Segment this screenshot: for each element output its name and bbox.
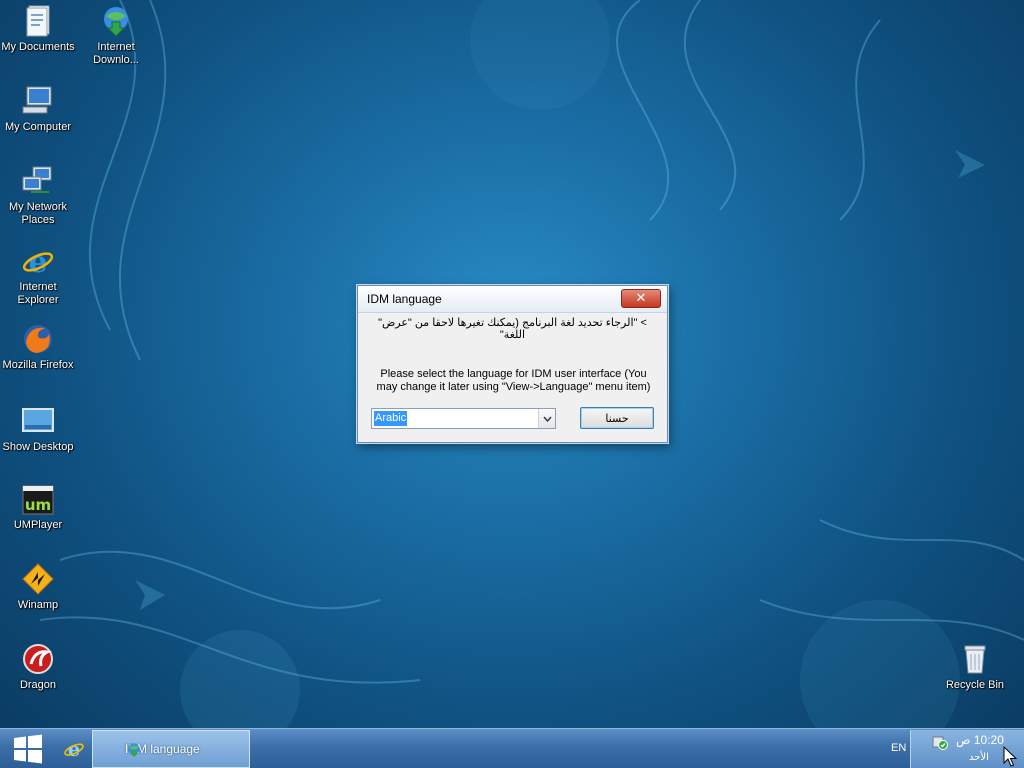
language-select[interactable]: Arabic xyxy=(371,408,556,429)
dialog-title: IDM language xyxy=(367,292,442,306)
windows-logo-icon xyxy=(14,734,42,764)
network-places-icon xyxy=(21,164,55,198)
svg-text:um: um xyxy=(25,496,51,514)
internet-download-manager-icon xyxy=(128,743,140,758)
security-shield-icon[interactable] xyxy=(932,734,948,750)
language-select-value: Arabic xyxy=(374,411,408,426)
desktop-icon-show-desktop[interactable]: Show Desktop xyxy=(0,404,76,454)
mouse-cursor-icon xyxy=(1003,746,1017,767)
desktop-icon-label: Dragon xyxy=(19,679,57,691)
ok-button[interactable]: حسنا xyxy=(580,407,654,429)
dialog-titlebar[interactable]: IDM language ✕ xyxy=(358,286,667,313)
dragon-icon xyxy=(21,642,55,676)
clock-day[interactable]: الأحد xyxy=(969,752,989,763)
taskbar: e IDM language EN 10:20 ص الأحد xyxy=(0,728,1024,768)
desktop-icon-label: Internet Explorer xyxy=(17,281,59,306)
desktop-icon-label: My Network Places xyxy=(8,201,68,226)
taskbar-button-idm-language[interactable]: IDM language xyxy=(92,730,250,768)
desktop-icon-label: My Computer xyxy=(4,121,72,133)
desktop-icon-firefox[interactable]: Mozilla Firefox xyxy=(0,322,76,372)
desktop-icon-winamp[interactable]: Winamp xyxy=(0,562,76,612)
close-button[interactable]: ✕ xyxy=(621,289,661,308)
clock-time[interactable]: 10:20 ص xyxy=(956,733,1004,747)
desktop-icon-internet-explorer[interactable]: e Internet Explorer xyxy=(0,244,76,307)
internet-explorer-icon: e xyxy=(64,738,84,760)
language-indicator[interactable]: EN xyxy=(891,742,906,754)
umplayer-icon: um xyxy=(21,482,55,516)
desktop-icon-label: Mozilla Firefox xyxy=(2,359,74,371)
desktop-icon-label: Winamp xyxy=(17,599,59,611)
close-icon: ✕ xyxy=(635,291,647,306)
desktop-icon-label: UMPlayer xyxy=(13,519,63,531)
svg-text:e: e xyxy=(28,245,47,278)
desktop-icon-recycle-bin[interactable]: Recycle Bin xyxy=(937,642,1013,692)
idm-language-dialog: IDM language ✕ > "الرجاء تحديد لغة البرن… xyxy=(357,285,668,443)
taskbar-internet-explorer[interactable]: e xyxy=(60,735,88,763)
start-button[interactable] xyxy=(6,732,50,766)
winamp-icon xyxy=(21,562,55,596)
firefox-icon xyxy=(21,322,55,356)
desktop-icon-label: Recycle Bin xyxy=(945,679,1005,691)
show-desktop-icon xyxy=(21,404,55,438)
my-computer-icon xyxy=(21,84,55,118)
desktop-icon-network-places[interactable]: My Network Places xyxy=(0,164,76,227)
desktop-icon-label: Show Desktop xyxy=(2,441,74,453)
desktop-icon-my-documents[interactable]: My Documents xyxy=(0,4,76,54)
internet-explorer-icon: e xyxy=(21,244,55,278)
desktop-icon-label: My Documents xyxy=(1,41,75,53)
internet-download-manager-icon xyxy=(99,4,133,38)
chevron-down-icon[interactable] xyxy=(538,409,555,428)
recycle-bin-icon xyxy=(958,642,992,676)
arabic-message: > "الرجاء تحديد لغة البرنامج (يمكنك تغير… xyxy=(378,317,647,341)
desktop-icon-internet-download-manager[interactable]: Internet Downlo... xyxy=(78,4,154,67)
desktop-icon-label: Internet Downlo... xyxy=(93,41,139,66)
desktop-icon-my-computer[interactable]: My Computer xyxy=(0,84,76,134)
english-message: Please select the language for IDM user … xyxy=(376,368,651,393)
desktop-icon-dragon[interactable]: Dragon xyxy=(0,642,76,692)
my-documents-icon xyxy=(21,4,55,38)
desktop-icon-umplayer[interactable]: um UMPlayer xyxy=(0,482,76,532)
svg-text:e: e xyxy=(68,738,80,760)
